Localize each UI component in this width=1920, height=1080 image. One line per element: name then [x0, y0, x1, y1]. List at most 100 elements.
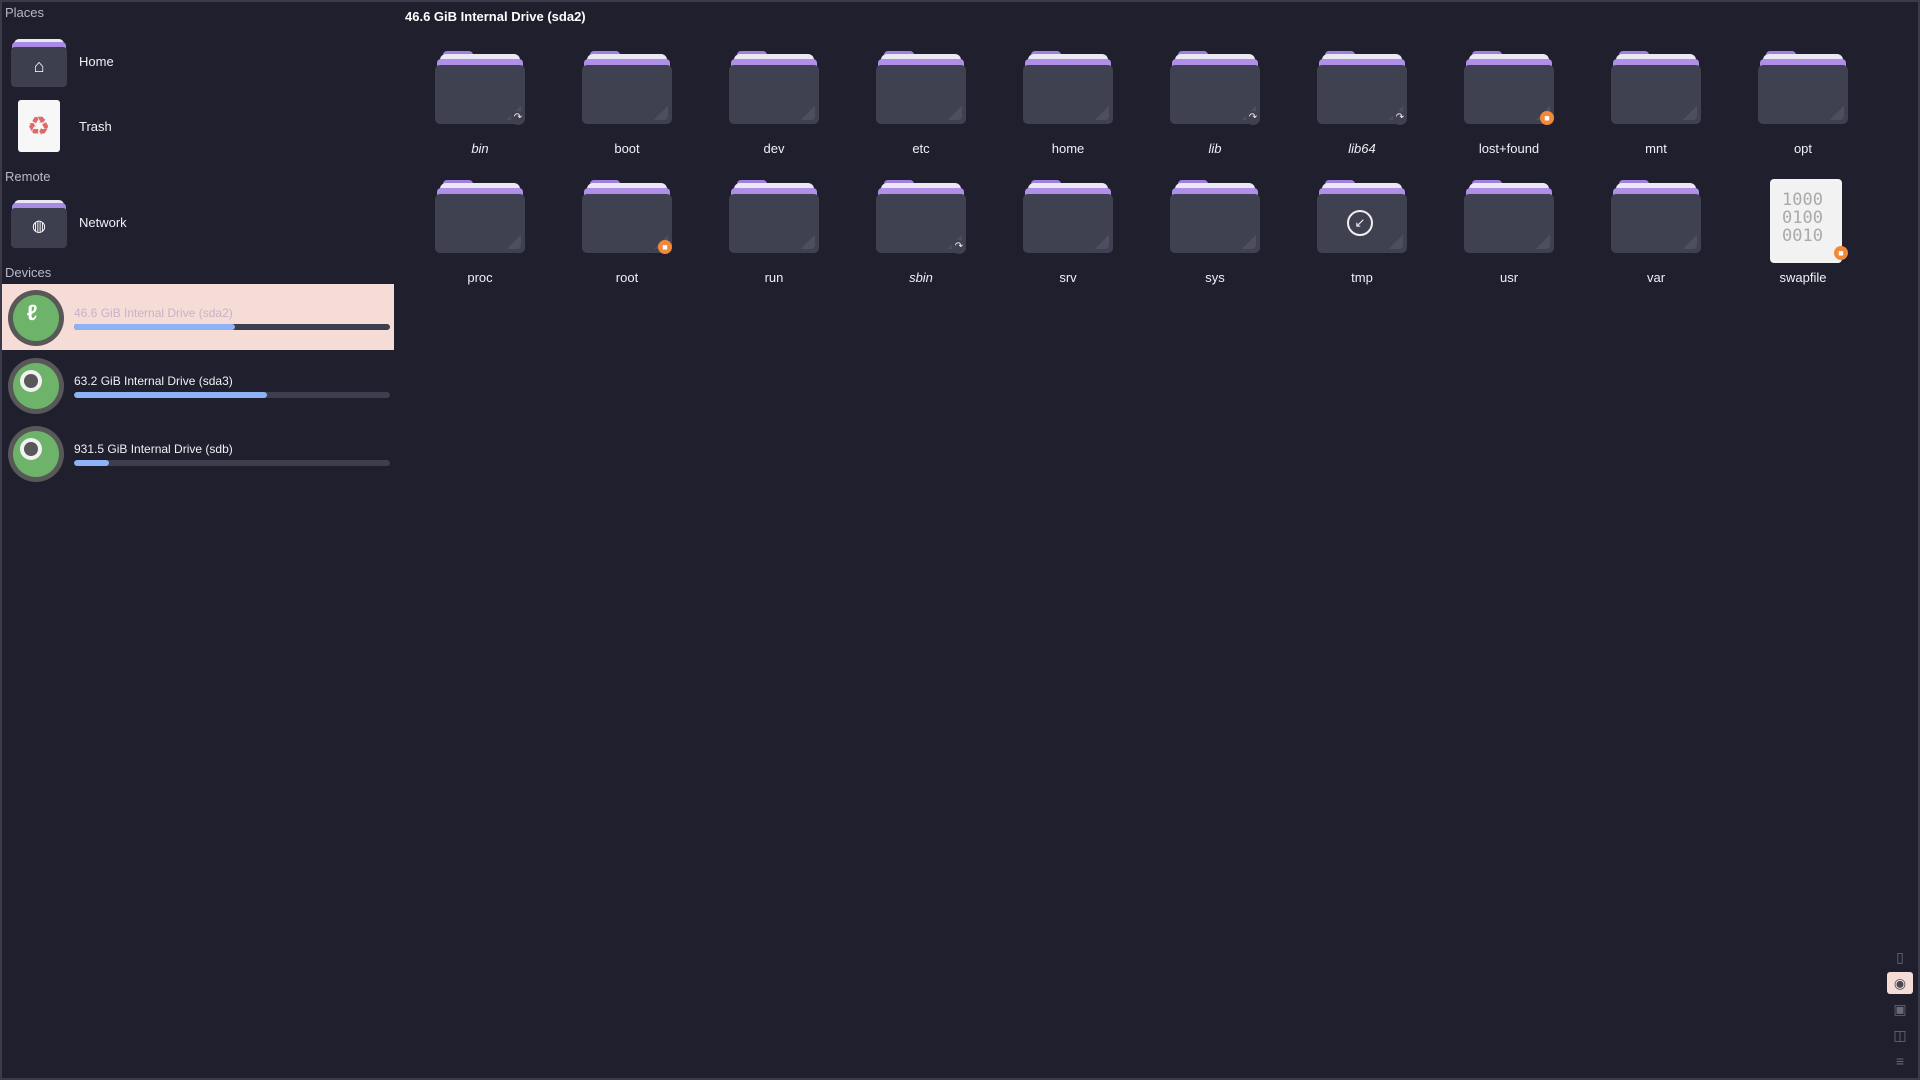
- file-item[interactable]: sys: [1155, 179, 1275, 299]
- file-item[interactable]: ↷ bin: [420, 50, 540, 170]
- file-name: var: [1646, 270, 1666, 285]
- device-usage-fill: [74, 460, 109, 466]
- file-item[interactable]: etc: [861, 50, 981, 170]
- device-usage-fill: [74, 392, 267, 398]
- sidebar-item-label: Trash: [79, 118, 112, 134]
- folder-icon: [1464, 180, 1554, 257]
- file-item[interactable]: ↙ tmp: [1302, 179, 1422, 299]
- binary-file-icon: 1000 0100 0010 ■: [1770, 179, 1848, 263]
- file-name: opt: [1793, 141, 1813, 156]
- terminal-icon[interactable]: ▯: [1887, 946, 1913, 968]
- home-icon: ⌂: [9, 31, 69, 91]
- file-item[interactable]: ■ root: [567, 179, 687, 299]
- file-item[interactable]: var: [1596, 179, 1716, 299]
- folder-icon: [1611, 51, 1701, 128]
- sidebar-item-home[interactable]: ⌂ Home: [2, 29, 394, 93]
- folder-icon: [1023, 180, 1113, 257]
- file-item[interactable]: usr: [1449, 179, 1569, 299]
- folder-icon: ↷: [1317, 51, 1407, 128]
- symlink-badge-icon: ↷: [511, 111, 525, 125]
- folder-icon: [729, 180, 819, 257]
- trash-icon: ♻: [9, 96, 69, 156]
- file-item[interactable]: proc: [420, 179, 540, 299]
- file-item[interactable]: run: [714, 179, 834, 299]
- folder-icon: [729, 51, 819, 128]
- file-item[interactable]: ■ lost+found: [1449, 50, 1569, 170]
- file-name: run: [764, 270, 784, 285]
- file-name: home: [1051, 141, 1085, 156]
- file-name: mnt: [1645, 141, 1667, 156]
- file-item[interactable]: ↷ sbin: [861, 179, 981, 299]
- device-label: 63.2 GiB Internal Drive (sda3): [74, 374, 233, 388]
- file-name: sbin: [909, 270, 933, 285]
- file-item[interactable]: opt: [1743, 50, 1863, 170]
- menu-icon[interactable]: ≡: [1887, 1050, 1913, 1072]
- preview-eye-icon[interactable]: ◉: [1887, 972, 1913, 994]
- places-section-title: Places: [5, 5, 45, 20]
- device-label: 46.6 GiB Internal Drive (sda2): [74, 306, 233, 320]
- file-name: lost+found: [1478, 141, 1540, 156]
- device-label: 931.5 GiB Internal Drive (sdb): [74, 442, 233, 456]
- file-item[interactable]: ↷ lib: [1155, 50, 1275, 170]
- binary-file-glyph: 1000 0100 0010: [1782, 190, 1823, 246]
- file-name: sys: [1205, 270, 1225, 285]
- lock-badge-icon: ■: [658, 240, 672, 254]
- file-name: swapfile: [1779, 270, 1827, 285]
- file-item[interactable]: mnt: [1596, 50, 1716, 170]
- lock-badge-icon: ■: [1540, 111, 1554, 125]
- folder-icon: ■: [1464, 51, 1554, 128]
- device-usage-bar: [74, 324, 390, 330]
- new-folder-icon[interactable]: ▣: [1887, 998, 1913, 1020]
- clock-icon: ↙: [1347, 210, 1373, 236]
- file-item[interactable]: 1000 0100 0010 ■ swapfile: [1743, 179, 1863, 299]
- file-name: lib: [1208, 141, 1222, 156]
- split-view-icon[interactable]: ◫: [1887, 1024, 1913, 1046]
- folder-icon: ■: [582, 180, 672, 257]
- network-icon: ◍: [9, 192, 69, 252]
- sidebar-device-sda2[interactable]: ℓ 46.6 GiB Internal Drive (sda2): [2, 284, 394, 350]
- device-usage-bar: [74, 392, 390, 398]
- devices-section-title: Devices: [5, 265, 52, 280]
- symlink-badge-icon: ↷: [1393, 111, 1407, 125]
- sidebar-item-network[interactable]: ◍ Network: [2, 190, 394, 254]
- folder-icon: ↷: [435, 51, 525, 128]
- file-name: usr: [1499, 270, 1519, 285]
- remote-section-title: Remote: [5, 169, 51, 184]
- sidebar-device-sda3[interactable]: 63.2 GiB Internal Drive (sda3): [2, 352, 394, 418]
- file-item[interactable]: home: [1008, 50, 1128, 170]
- file-name: etc: [912, 141, 930, 156]
- system-disk-icon: ℓ: [8, 290, 64, 346]
- folder-icon: [435, 180, 525, 257]
- location-breadcrumb[interactable]: 46.6 GiB Internal Drive (sda2): [405, 9, 586, 24]
- folder-icon: [876, 51, 966, 128]
- file-name: dev: [763, 141, 785, 156]
- temp-folder-icon: ↙: [1317, 180, 1407, 257]
- folder-icon: [1023, 51, 1113, 128]
- lock-badge-icon: ■: [1834, 246, 1848, 260]
- file-item[interactable]: boot: [567, 50, 687, 170]
- file-item[interactable]: ↷ lib64: [1302, 50, 1422, 170]
- file-item[interactable]: srv: [1008, 179, 1128, 299]
- disk-icon: [8, 358, 64, 414]
- symlink-badge-icon: ↷: [952, 240, 966, 254]
- file-item[interactable]: dev: [714, 50, 834, 170]
- file-name: proc: [467, 270, 493, 285]
- sidebar-item-label: Home: [79, 53, 114, 69]
- sidebar-item-trash[interactable]: ♻ Trash: [2, 94, 394, 158]
- sidebar-item-label: Network: [79, 214, 127, 230]
- sidebar-device-sdb[interactable]: 931.5 GiB Internal Drive (sdb): [2, 420, 394, 486]
- file-name: tmp: [1351, 270, 1373, 285]
- file-name: bin: [471, 141, 489, 156]
- folder-icon: [582, 51, 672, 128]
- folder-icon: ↷: [876, 180, 966, 257]
- file-name: boot: [614, 141, 640, 156]
- folder-icon: [1758, 51, 1848, 128]
- file-name: lib64: [1348, 141, 1376, 156]
- folder-icon: [1611, 180, 1701, 257]
- file-name: srv: [1059, 270, 1077, 285]
- sidebar: Places ⌂ Home ♻ Trash Remote ◍ Network D…: [0, 0, 396, 1080]
- symlink-badge-icon: ↷: [1246, 111, 1260, 125]
- folder-icon: [1170, 180, 1260, 257]
- device-usage-bar: [74, 460, 390, 466]
- device-usage-fill: [74, 324, 236, 330]
